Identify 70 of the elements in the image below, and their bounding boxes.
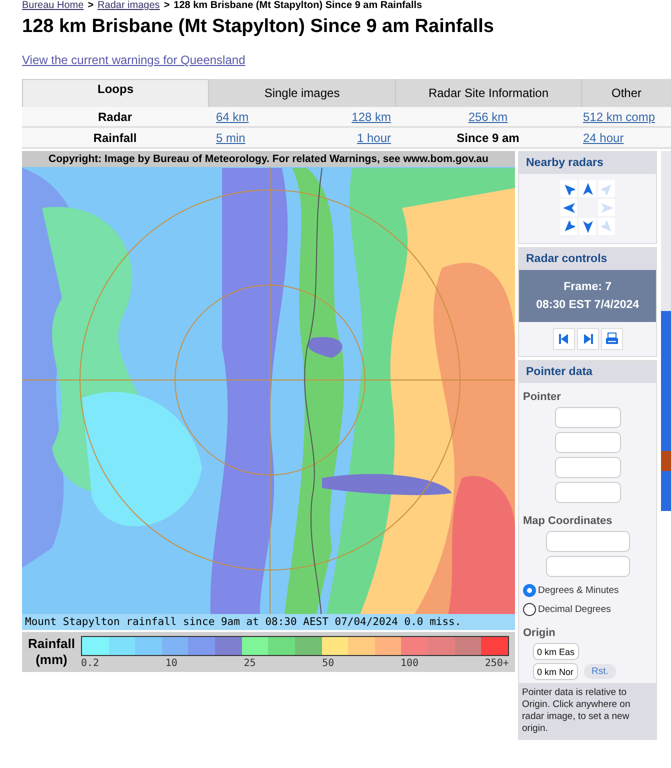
breadcrumb-link[interactable]: Bureau Home (22, 0, 84, 12)
option-link[interactable]: 512 km comp (581, 110, 671, 124)
page-title: 128 km Brisbane (Mt Stapylton) Since 9 am Rainfalls (22, 16, 495, 38)
row-label: Radar (96, 110, 133, 124)
map-caption: Mount Stapylton rainfall since 9am at 08:30 AEST 07/04/2024 0.0 miss. (22, 614, 515, 630)
scale-label: 100 (400, 658, 419, 668)
legend-unit: (mm) (34, 652, 68, 668)
format-radio[interactable]: Degrees & Minutes (519, 581, 623, 600)
arrow-icon (600, 202, 613, 214)
pointer-note: Pointer data is relative to Origin. Click anywhere on radar image, to set a new origin. (519, 683, 656, 739)
pointer-field[interactable] (554, 482, 621, 503)
option-link[interactable]: 256 km (395, 110, 581, 124)
control-button[interactable] (552, 328, 575, 350)
warnings-link[interactable]: View the current warnings for Queensland (22, 53, 246, 67)
breadcrumb-separator: > (88, 0, 94, 12)
coordinates-label: Map Coordinates (522, 514, 614, 529)
tab[interactable]: Radar Site Information (395, 79, 581, 107)
origin-east-field[interactable]: 0 km Eas (533, 643, 579, 660)
option-link[interactable]: 128 km (301, 110, 395, 124)
pointer-label: Pointer (522, 390, 562, 405)
breadcrumb-separator: > (164, 0, 170, 12)
radar-map[interactable] (22, 167, 515, 614)
skip-forward-icon (584, 334, 593, 344)
print-icon (606, 332, 618, 344)
panel-heading: Nearby radars (519, 152, 656, 174)
arrow-icon (582, 220, 594, 232)
scale-label: 50 (322, 658, 334, 668)
option-link[interactable]: 24 hour (581, 130, 671, 144)
arrow-button[interactable] (560, 180, 578, 197)
panel-heading: Pointer data (519, 361, 656, 383)
arrow-icon (562, 202, 575, 214)
format-radio[interactable]: Decimal Degrees (519, 600, 615, 619)
scale-label: 250+ (484, 658, 509, 668)
legend-title: Rainfall (28, 636, 75, 652)
option-link[interactable]: 1 hour (301, 130, 395, 144)
arrow-icon (600, 182, 613, 194)
pointer-field[interactable] (554, 432, 621, 453)
tab[interactable]: Other (581, 79, 671, 107)
row-label: Rainfall (92, 130, 138, 144)
arrow-button[interactable] (560, 199, 578, 216)
frame-time: 08:30 EST 7/4/2024 (535, 298, 640, 313)
scale-label: 0.2 (80, 658, 100, 668)
copyright-banner: Copyright: Image by Bureau of Meteorology. For related Warnings, see www.bom.gov.au (22, 151, 515, 167)
control-button[interactable] (600, 328, 623, 350)
skip-back-icon (558, 334, 568, 344)
arrow-button[interactable] (560, 218, 578, 235)
option-link[interactable]: 5 min (208, 130, 301, 144)
arrow-icon (562, 220, 575, 232)
origin-north-field[interactable]: 0 km Nor (533, 663, 578, 680)
pointer-field[interactable] (554, 457, 621, 478)
origin-label: Origin (522, 626, 556, 641)
control-button[interactable] (576, 328, 599, 350)
coordinate-field[interactable] (546, 531, 630, 552)
panel-heading: Radar controls (519, 248, 656, 270)
frame-number: Frame: 7 (562, 280, 613, 295)
breadcrumb-link[interactable]: Radar images (98, 0, 160, 12)
arrow-icon (600, 220, 613, 232)
coordinate-field[interactable] (546, 556, 630, 577)
pointer-field[interactable] (554, 407, 621, 428)
breadcrumb-current: 128 km Brisbane (Mt Stapylton) Since 9 am Rainfalls (174, 0, 422, 12)
scale-label: 25 (244, 658, 256, 668)
tab[interactable]: Loops (22, 79, 208, 107)
arrow-icon (562, 182, 575, 194)
arrow-button[interactable] (579, 218, 596, 235)
current-option[interactable]: Since 9 am (395, 130, 581, 144)
tab[interactable]: Single images (208, 79, 395, 107)
option-link[interactable]: 64 km (208, 110, 301, 124)
scale-label: 10 (165, 658, 178, 668)
arrow-icon (582, 182, 594, 194)
arrow-button[interactable] (579, 180, 596, 197)
